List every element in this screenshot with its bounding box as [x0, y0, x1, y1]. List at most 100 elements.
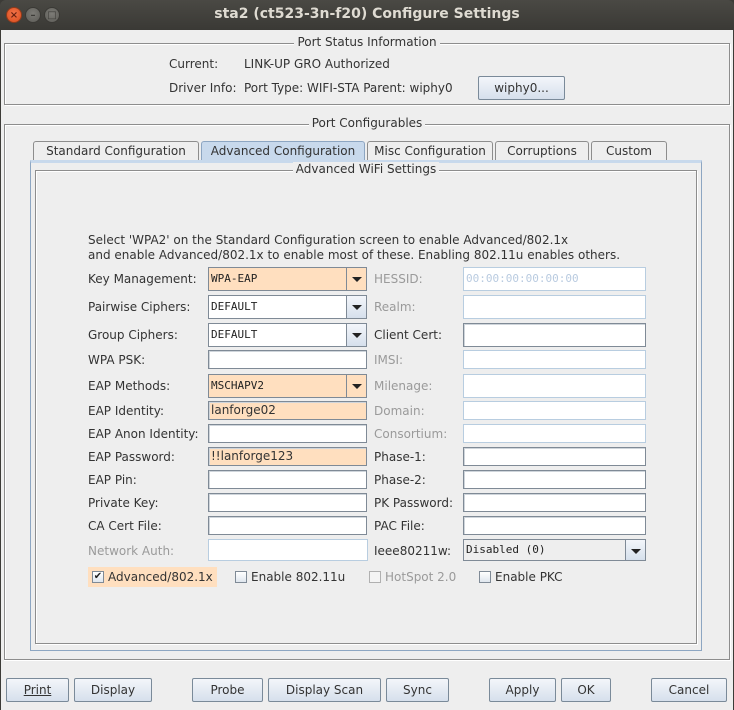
eap-identity-input[interactable]: lanforge02: [208, 401, 367, 420]
pac-file-input[interactable]: [463, 516, 646, 535]
apply-button[interactable]: Apply: [489, 678, 556, 702]
ieee80211w-label: Ieee80211w:: [374, 544, 452, 558]
eap-pin-label: EAP Pin:: [88, 473, 137, 487]
enable-pkc-checkbox[interactable]: Enable PKC: [479, 567, 563, 587]
key-management-value: WPA-EAP: [211, 272, 258, 285]
sync-button[interactable]: Sync: [386, 678, 449, 702]
cancel-button[interactable]: Cancel: [651, 678, 727, 702]
bottom-separator: [4, 659, 730, 661]
network-auth-input: [208, 539, 368, 561]
group-ciphers-value: DEFAULT: [211, 328, 258, 341]
chevron-down-icon[interactable]: [346, 268, 366, 290]
tab-misc-configuration[interactable]: Misc Configuration: [367, 141, 493, 161]
info-text-line-1: Select 'WPA2' on the Standard Configurat…: [88, 233, 569, 247]
eap-password-label: EAP Password:: [88, 450, 175, 464]
chevron-down-icon[interactable]: [346, 296, 366, 318]
milenage-label: Milenage:: [374, 379, 433, 393]
phase2-input[interactable]: [463, 470, 646, 489]
hessid-label: HESSID:: [374, 272, 423, 286]
ieee80211w-select[interactable]: Disabled (0): [463, 539, 646, 561]
hessid-placeholder: 00:00:00:00:00:00: [466, 272, 579, 285]
eap-password-input[interactable]: !!lanforge123: [208, 447, 367, 466]
chevron-down-icon[interactable]: [346, 375, 366, 397]
current-value: LINK-UP GRO Authorized: [244, 57, 390, 71]
checkbox-unchecked-icon: [235, 571, 247, 583]
tab-bar: Standard Configuration Advanced Configur…: [33, 141, 703, 177]
phase1-label: Phase-1:: [374, 450, 426, 464]
imsi-label: IMSI:: [374, 353, 404, 367]
title-bar: × – □ sta2 (ct523-3n-f20) Configure Sett…: [0, 0, 734, 30]
probe-button[interactable]: Probe: [192, 678, 263, 702]
display-button[interactable]: Display: [74, 678, 152, 702]
tab-corruptions[interactable]: Corruptions: [495, 141, 589, 161]
advanced-wifi-settings-title: Advanced WiFi Settings: [292, 162, 440, 176]
print-button-label: Print: [23, 683, 52, 697]
ok-button[interactable]: OK: [561, 678, 611, 702]
pairwise-ciphers-value: DEFAULT: [211, 300, 258, 313]
eap-identity-label: EAP Identity:: [88, 404, 165, 418]
advanced-8021x-checkbox[interactable]: ✔ Advanced/802.1x: [88, 567, 217, 587]
enable-pkc-label: Enable PKC: [495, 570, 563, 584]
client-cert-label: Client Cert:: [374, 328, 442, 342]
chevron-down-icon[interactable]: [625, 540, 645, 560]
consortium-label: Consortium:: [374, 427, 448, 441]
display-scan-button[interactable]: Display Scan: [268, 678, 381, 702]
checkbox-checked-icon: ✔: [92, 571, 104, 583]
realm-input: [463, 295, 646, 319]
parent-wiphy-button[interactable]: wiphy0...: [478, 76, 565, 100]
phase2-label: Phase-2:: [374, 473, 426, 487]
wpa-psk-input[interactable]: [208, 350, 367, 369]
tab-advanced-configuration[interactable]: Advanced Configuration: [201, 141, 365, 161]
ca-cert-file-input[interactable]: [208, 516, 367, 535]
driver-info-value: Port Type: WIFI-STA Parent: wiphy0: [244, 81, 453, 95]
key-management-select[interactable]: WPA-EAP: [208, 267, 367, 291]
advanced-8021x-label: Advanced/802.1x: [108, 570, 213, 584]
chevron-down-icon[interactable]: [346, 324, 366, 346]
enable-80211u-checkbox[interactable]: Enable 802.11u: [235, 567, 345, 587]
pk-password-input[interactable]: [463, 493, 646, 512]
window-title: sta2 (ct523-3n-f20) Configure Settings: [214, 6, 520, 22]
tab-custom-wifi[interactable]: Custom WiFi: [591, 141, 667, 177]
consortium-input: [463, 424, 646, 443]
print-button[interactable]: Print: [6, 678, 69, 702]
pairwise-ciphers-select[interactable]: DEFAULT: [208, 295, 367, 319]
imsi-input: [463, 350, 646, 369]
port-configurables-title: Port Configurables: [308, 116, 426, 130]
enable-80211u-label: Enable 802.11u: [251, 570, 346, 584]
domain-input: [463, 401, 646, 420]
ca-cert-file-label: CA Cert File:: [88, 519, 162, 533]
pac-file-label: PAC File:: [374, 519, 425, 533]
driver-info-label: Driver Info:: [169, 81, 237, 95]
current-label: Current:: [169, 57, 219, 71]
pk-password-label: PK Password:: [374, 496, 454, 510]
eap-anon-identity-input[interactable]: [208, 424, 367, 443]
wpa-psk-label: WPA PSK:: [88, 353, 146, 367]
hotspot20-checkbox: HotSpot 2.0: [369, 567, 456, 587]
eap-methods-label: EAP Methods:: [88, 379, 171, 393]
tab-standard-configuration[interactable]: Standard Configuration: [33, 141, 199, 161]
network-auth-label: Network Auth:: [88, 544, 175, 558]
key-management-label: Key Management:: [88, 272, 197, 286]
port-status-group: Port Status Information: [4, 35, 730, 105]
group-ciphers-select[interactable]: DEFAULT: [208, 323, 367, 347]
pairwise-ciphers-label: Pairwise Ciphers:: [88, 300, 191, 314]
private-key-input[interactable]: [208, 493, 367, 512]
ieee80211w-value: Disabled (0): [466, 543, 546, 556]
eap-methods-select[interactable]: MSCHAPV2: [208, 374, 367, 398]
hessid-input: 00:00:00:00:00:00: [463, 267, 646, 291]
realm-label: Realm:: [374, 300, 416, 314]
probe-button-label: Probe: [210, 683, 245, 697]
phase1-input[interactable]: [463, 447, 646, 466]
info-text-line-2: and enable Advanced/802.1x to enable mos…: [88, 248, 621, 262]
eap-pin-input[interactable]: [208, 470, 367, 489]
private-key-label: Private Key:: [88, 496, 159, 510]
eap-anon-identity-label: EAP Anon Identity:: [88, 427, 199, 441]
checkbox-unchecked-icon: [479, 571, 491, 583]
checkbox-unchecked-icon: [369, 571, 381, 583]
port-status-title: Port Status Information: [294, 35, 440, 49]
domain-label: Domain:: [374, 404, 425, 418]
dialog-body: Port Status Information Current: LINK-UP…: [1, 30, 733, 710]
group-ciphers-label: Group Ciphers:: [88, 328, 178, 342]
client-cert-input[interactable]: [463, 323, 646, 347]
eap-methods-value: MSCHAPV2: [211, 379, 264, 392]
